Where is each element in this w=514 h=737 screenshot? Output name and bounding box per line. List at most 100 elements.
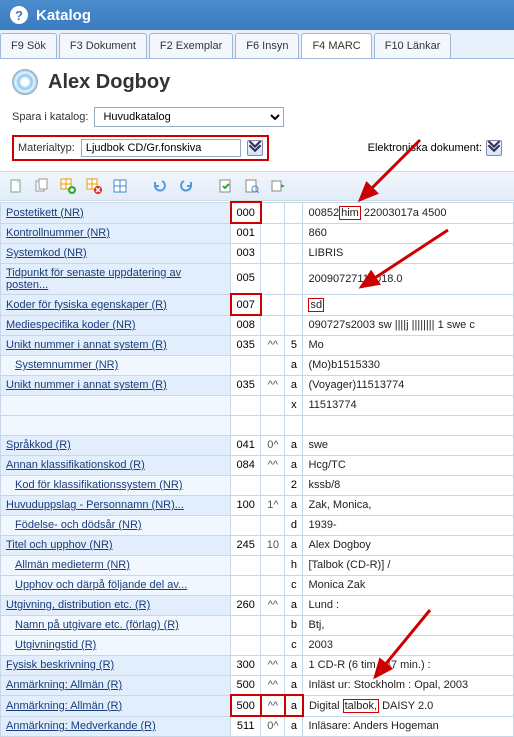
undo-icon[interactable] — [150, 176, 170, 196]
grid-add-icon[interactable] — [58, 176, 78, 196]
field-indicators[interactable]: ^^ — [261, 675, 285, 695]
field-indicators[interactable]: ^^ — [261, 655, 285, 675]
field-value[interactable]: Zak, Monica, — [303, 495, 514, 515]
tab-lankar[interactable]: F10 Länkar — [374, 33, 452, 58]
field-tag[interactable] — [231, 615, 261, 635]
field-value[interactable]: 090727s2003 sw ||||j |||||||| 1 swe c — [303, 315, 514, 335]
field-value[interactable]: 11513774 — [303, 395, 514, 415]
field-tag[interactable]: 001 — [231, 223, 261, 243]
field-label[interactable]: Postetikett (NR) — [1, 202, 231, 223]
field-label[interactable]: Upphov och därpå följande del av... — [1, 575, 231, 595]
field-subfield[interactable]: a — [285, 716, 303, 736]
field-subfield[interactable]: c — [285, 635, 303, 655]
field-label[interactable]: Fysisk beskrivning (R) — [1, 655, 231, 675]
tab-dokument[interactable]: F3 Dokument — [59, 33, 147, 58]
field-value[interactable]: Btj, — [303, 615, 514, 635]
field-label[interactable]: Språkkod (R) — [1, 435, 231, 455]
field-tag[interactable] — [231, 355, 261, 375]
field-subfield[interactable] — [285, 223, 303, 243]
field-indicators[interactable] — [261, 555, 285, 575]
field-subfield[interactable]: a — [285, 535, 303, 555]
field-label[interactable]: Huvuduppslag - Personnamn (NR)... — [1, 495, 231, 515]
field-subfield[interactable]: a — [285, 495, 303, 515]
field-indicators[interactable]: 0^ — [261, 716, 285, 736]
field-tag[interactable]: 035 — [231, 335, 261, 355]
field-subfield[interactable] — [285, 202, 303, 223]
field-indicators[interactable] — [261, 635, 285, 655]
field-indicators[interactable] — [261, 202, 285, 223]
field-value[interactable] — [303, 415, 514, 435]
field-tag[interactable]: 003 — [231, 243, 261, 263]
field-subfield[interactable] — [285, 243, 303, 263]
field-indicators[interactable]: ^^ — [261, 375, 285, 395]
field-label[interactable]: Anmärkning: Allmän (R) — [1, 695, 231, 716]
field-tag[interactable] — [231, 475, 261, 495]
field-subfield[interactable]: b — [285, 615, 303, 635]
field-label[interactable]: Kod för klassifikationssystem (NR) — [1, 475, 231, 495]
field-value[interactable]: kssb/8 — [303, 475, 514, 495]
field-subfield[interactable]: a — [285, 455, 303, 475]
field-indicators[interactable] — [261, 415, 285, 435]
field-subfield[interactable]: 2 — [285, 475, 303, 495]
field-indicators[interactable] — [261, 515, 285, 535]
field-subfield[interactable]: a — [285, 695, 303, 716]
copy-icon[interactable] — [32, 176, 52, 196]
field-label[interactable]: Allmän medieterm (NR) — [1, 555, 231, 575]
field-indicators[interactable] — [261, 395, 285, 415]
field-tag[interactable]: 245 — [231, 535, 261, 555]
field-value[interactable]: Digital talbok, DAISY 2.0 — [303, 695, 514, 716]
field-value[interactable]: 1 CD-R (6 tim., 47 min.) : — [303, 655, 514, 675]
new-icon[interactable] — [6, 176, 26, 196]
field-value[interactable]: Hcg/TC — [303, 455, 514, 475]
field-indicators[interactable] — [261, 355, 285, 375]
field-subfield[interactable]: a — [285, 675, 303, 695]
field-tag[interactable]: 007 — [231, 294, 261, 315]
field-label[interactable]: Systemkod (NR) — [1, 243, 231, 263]
field-value[interactable]: 00852him 22003017a 4500 — [303, 202, 514, 223]
field-indicators[interactable] — [261, 475, 285, 495]
field-value[interactable]: [Talbok (CD-R)] / — [303, 555, 514, 575]
field-tag[interactable]: 100 — [231, 495, 261, 515]
field-label[interactable]: Unikt nummer i annat system (R) — [1, 335, 231, 355]
field-indicators[interactable]: ^^ — [261, 455, 285, 475]
field-value[interactable]: Lund : — [303, 595, 514, 615]
tab-exemplar[interactable]: F2 Exemplar — [149, 33, 233, 58]
field-indicators[interactable] — [261, 575, 285, 595]
send-icon[interactable] — [268, 176, 288, 196]
field-indicators[interactable]: ^^ — [261, 595, 285, 615]
field-tag[interactable] — [231, 575, 261, 595]
field-subfield[interactable]: h — [285, 555, 303, 575]
field-tag[interactable]: 300 — [231, 655, 261, 675]
field-tag[interactable] — [231, 395, 261, 415]
field-indicators[interactable] — [261, 223, 285, 243]
field-subfield[interactable]: x — [285, 395, 303, 415]
field-tag[interactable]: 035 — [231, 375, 261, 395]
field-tag[interactable]: 008 — [231, 315, 261, 335]
field-subfield[interactable] — [285, 263, 303, 294]
field-subfield[interactable] — [285, 415, 303, 435]
field-subfield[interactable]: a — [285, 355, 303, 375]
elektroniska-expand-icon[interactable] — [486, 140, 502, 156]
field-indicators[interactable]: ^^ — [261, 335, 285, 355]
field-value[interactable]: Monica Zak — [303, 575, 514, 595]
field-label[interactable]: Anmärkning: Allmän (R) — [1, 675, 231, 695]
field-value[interactable]: (Mo)b1515330 — [303, 355, 514, 375]
field-label[interactable]: Utgivningstid (R) — [1, 635, 231, 655]
field-label[interactable]: Kontrollnummer (NR) — [1, 223, 231, 243]
field-label[interactable]: Utgivning, distribution etc. (R) — [1, 595, 231, 615]
field-tag[interactable]: 005 — [231, 263, 261, 294]
field-value[interactable]: (Voyager)11513774 — [303, 375, 514, 395]
field-label[interactable]: Anmärkning: Medverkande (R) — [1, 716, 231, 736]
materialtyp-value[interactable]: Ljudbok CD/Gr.fonskiva — [81, 139, 241, 157]
field-indicators[interactable] — [261, 263, 285, 294]
field-value[interactable]: 2003 — [303, 635, 514, 655]
field-tag[interactable] — [231, 635, 261, 655]
field-label[interactable] — [1, 415, 231, 435]
field-label[interactable]: Mediespecifika koder (NR) — [1, 315, 231, 335]
field-subfield[interactable]: c — [285, 575, 303, 595]
field-value[interactable]: 860 — [303, 223, 514, 243]
field-label[interactable]: Systemnummer (NR) — [1, 355, 231, 375]
field-value[interactable]: sd — [303, 294, 514, 315]
tab-insyn[interactable]: F6 Insyn — [235, 33, 299, 58]
field-tag[interactable] — [231, 555, 261, 575]
